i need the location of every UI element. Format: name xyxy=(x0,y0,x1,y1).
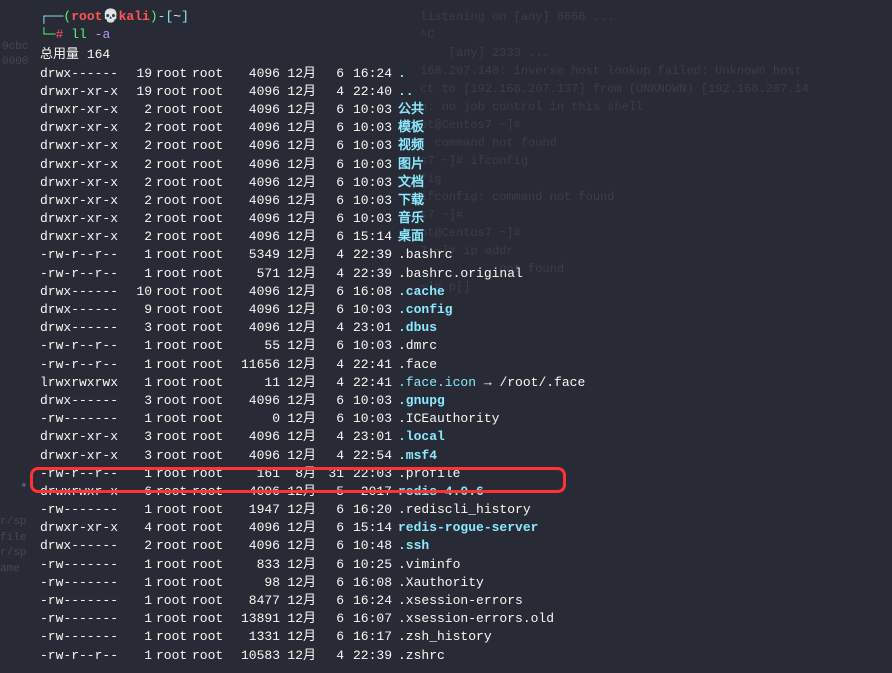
list-item: -rw-r--r--1rootroot534912月422:39.bashrc xyxy=(40,246,884,264)
list-item: drwx------2rootroot409612月610:48.ssh xyxy=(40,537,884,555)
list-item: drwx------9rootroot409612月610:03.config xyxy=(40,301,884,319)
list-item: -rw-r--r--1rootroot1618月3122:03.profile xyxy=(40,465,884,483)
list-item: drwxr-xr-x2rootroot409612月610:03图片 xyxy=(40,156,884,174)
list-item: drwxr-xr-x3rootroot409612月423:01.local xyxy=(40,428,884,446)
list-item: -rw-r--r--1rootroot1165612月422:41.face xyxy=(40,356,884,374)
list-item: -rw-------1rootroot1389112月616:07.xsessi… xyxy=(40,610,884,628)
list-item: -rw-------1rootroot194712月616:20.rediscl… xyxy=(40,501,884,519)
list-item: drwxrwxr-x6rootroot409612月52017redis-4.0… xyxy=(40,483,884,501)
list-item: drwxr-xr-x2rootroot409612月615:14桌面 xyxy=(40,228,884,246)
list-item: drwxr-xr-x3rootroot409612月422:54.msf4 xyxy=(40,447,884,465)
list-item: drwxr-xr-x4rootroot409612月615:14redis-ro… xyxy=(40,519,884,537)
list-item: lrwxrwxrwx1rootroot1112月422:41.face.icon… xyxy=(40,374,884,392)
directory-listing: drwx------19rootroot409612月616:24.drwxr-… xyxy=(40,65,884,665)
list-item: -rw-------1rootroot847712月616:24.xsessio… xyxy=(40,592,884,610)
prompt-line-1: ┌──(root💀kali)-[~] xyxy=(40,8,884,26)
list-item: drwx------3rootroot409612月610:03.gnupg xyxy=(40,392,884,410)
list-item: drwx------10rootroot409612月616:08.cache xyxy=(40,283,884,301)
total-line: 总用量 164 xyxy=(40,46,884,64)
list-item: -rw-------1rootroot012月610:03.ICEauthori… xyxy=(40,410,884,428)
list-item: drwx------3rootroot409612月423:01.dbus xyxy=(40,319,884,337)
list-item: drwxr-xr-x2rootroot409612月610:03公共 xyxy=(40,101,884,119)
list-item: -rw-r--r--1rootroot57112月422:39.bashrc.o… xyxy=(40,265,884,283)
list-item: -rw-r--r--1rootroot1058312月422:39.zshrc xyxy=(40,647,884,665)
list-item: -rw-r--r--1rootroot5512月610:03.dmrc xyxy=(40,337,884,355)
list-item: drwxr-xr-x19rootroot409612月422:40.. xyxy=(40,83,884,101)
list-item: drwxr-xr-x2rootroot409612月610:03文档 xyxy=(40,174,884,192)
list-item: drwxr-xr-x2rootroot409612月610:03模板 xyxy=(40,119,884,137)
prompt-line-2: └─# ll -a xyxy=(40,26,884,44)
list-item: drwxr-xr-x2rootroot409612月610:03下载 xyxy=(40,192,884,210)
list-item: -rw-------1rootroot83312月610:25.viminfo xyxy=(40,556,884,574)
list-item: drwxr-xr-x2rootroot409612月610:03音乐 xyxy=(40,210,884,228)
list-item: drwxr-xr-x2rootroot409612月610:03视频 xyxy=(40,137,884,155)
list-item: -rw-------1rootroot9812月616:08.Xauthorit… xyxy=(40,574,884,592)
list-item: -rw-------1rootroot133112月616:17.zsh_his… xyxy=(40,628,884,646)
list-item: drwx------19rootroot409612月616:24. xyxy=(40,65,884,83)
terminal-output[interactable]: ┌──(root💀kali)-[~] └─# ll -a 总用量 164 drw… xyxy=(0,0,892,673)
